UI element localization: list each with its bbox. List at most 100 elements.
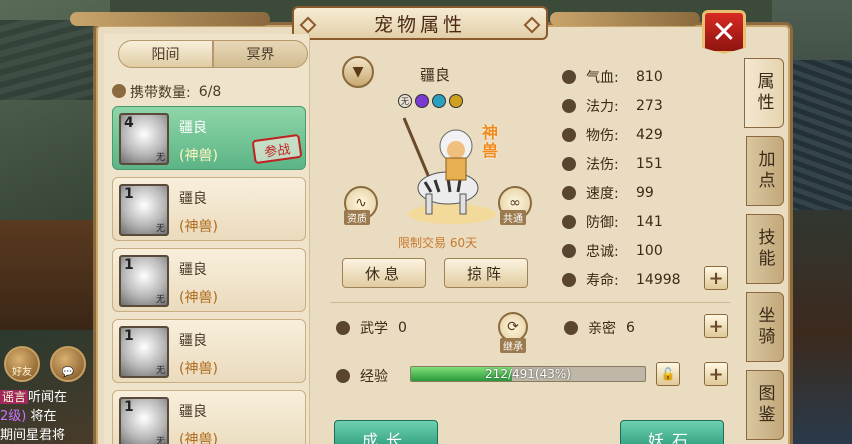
add-intimacy-button[interactable]: + bbox=[704, 314, 728, 338]
pet-name: 疆良 bbox=[179, 404, 207, 420]
window-title: 宠物属性 bbox=[292, 6, 548, 40]
trade-restriction: 限制交易 60天 bbox=[398, 236, 478, 250]
waveform-icon: ∿ bbox=[355, 195, 367, 211]
chat-shortcuts: 好友 💬 bbox=[4, 346, 86, 382]
intimacy-label: 亲密 bbox=[588, 321, 616, 337]
stat-label: 寿命: bbox=[586, 272, 619, 289]
handshake-icon bbox=[562, 243, 576, 258]
pet-name: 疆良 bbox=[179, 262, 207, 278]
assist-battle-button[interactable]: 掠阵 bbox=[444, 258, 528, 288]
add-lifespan-button[interactable]: + bbox=[704, 266, 728, 290]
element-icons: 无 bbox=[398, 94, 463, 108]
chat-line-2: 将在 bbox=[30, 409, 57, 424]
add-experience-button[interactable]: + bbox=[704, 362, 728, 386]
grow-button[interactable]: 成长 bbox=[334, 420, 438, 444]
pet-card-1[interactable]: 4 无 疆良 (神兽) 参战 bbox=[112, 106, 306, 170]
stat-value: 273 bbox=[636, 97, 663, 114]
pet-card-2[interactable]: 1 无 疆良 (神兽) bbox=[112, 177, 306, 241]
chat-line-1: 听闻在 bbox=[28, 390, 68, 405]
pet-level: 1 bbox=[124, 399, 134, 415]
sword-icon bbox=[562, 127, 576, 142]
pet-card-5[interactable]: 1 无 疆良 (神兽) bbox=[112, 390, 306, 444]
plus-icon: + bbox=[708, 363, 724, 385]
intimacy-row: 亲密 6 bbox=[564, 318, 635, 338]
tab-mingjie[interactable]: 冥界 bbox=[213, 40, 308, 68]
carry-value: 6/8 bbox=[198, 84, 222, 100]
stat-loyalty: 忠诚: 100 bbox=[562, 236, 732, 265]
experience-icon bbox=[336, 369, 350, 383]
friend-button[interactable]: 好友 bbox=[4, 346, 40, 382]
tab-attributes[interactable]: 属性 bbox=[744, 58, 784, 128]
intimacy-value: 6 bbox=[626, 320, 635, 336]
chat-bubble-icon[interactable]: 💬 bbox=[50, 346, 86, 382]
pet-select-dropdown[interactable]: ▼ bbox=[342, 56, 374, 88]
stat-value: 100 bbox=[636, 242, 663, 259]
element-none-icon: 无 bbox=[398, 94, 412, 108]
pet-type: (神兽) bbox=[179, 432, 218, 444]
pet-type: (神兽) bbox=[179, 361, 218, 377]
stat-value: 151 bbox=[636, 155, 663, 172]
chevron-down-icon: ▼ bbox=[352, 64, 364, 80]
experience-text: 212/491(43%) bbox=[485, 367, 571, 381]
refresh-icon: ⟳ bbox=[507, 319, 519, 335]
section-divider bbox=[330, 302, 730, 303]
stat-label: 防御: bbox=[586, 214, 619, 231]
stat-label: 速度: bbox=[586, 185, 619, 202]
tab-handbook[interactable]: 图鉴 bbox=[746, 370, 784, 440]
demon-stone-button[interactable]: 妖石 bbox=[620, 420, 724, 444]
pet-element: 无 bbox=[155, 437, 165, 444]
tab-yangjian[interactable]: 阳间 bbox=[118, 40, 213, 68]
pet-name: 疆良 bbox=[179, 120, 207, 136]
pet-name: 疆良 bbox=[179, 333, 207, 349]
hourglass-icon bbox=[562, 272, 576, 287]
shared-label: 共通 bbox=[500, 210, 526, 225]
aptitude-label: 资质 bbox=[344, 210, 370, 225]
stat-value: 14998 bbox=[636, 271, 681, 288]
chat-line-2-level: 2级) bbox=[0, 409, 27, 424]
element-water-icon bbox=[432, 94, 446, 108]
pet-card-4[interactable]: 1 无 疆良 (神兽) bbox=[112, 319, 306, 383]
pet-avatar-white-tiger: 1 无 bbox=[119, 184, 169, 236]
pet-card-3[interactable]: 1 无 疆良 (神兽) bbox=[112, 248, 306, 312]
pet-avatar-white-tiger: 4 无 bbox=[119, 113, 169, 165]
stat-value: 810 bbox=[636, 68, 663, 85]
rest-button[interactable]: 休息 bbox=[342, 258, 426, 288]
pet-avatar-white-tiger: 1 无 bbox=[119, 326, 169, 378]
element-purple-icon bbox=[415, 94, 429, 108]
window-title-text: 宠物属性 bbox=[373, 13, 466, 36]
stat-magic-atk: 法伤: 151 bbox=[562, 149, 732, 178]
in-battle-stamp: 参战 bbox=[251, 133, 303, 165]
pet-level: 1 bbox=[124, 328, 134, 344]
stat-label: 物伤: bbox=[586, 127, 619, 144]
close-button[interactable]: ✕ bbox=[702, 10, 746, 54]
pet-type: (神兽) bbox=[179, 290, 218, 306]
pet-avatar-white-tiger: 1 无 bbox=[119, 255, 169, 307]
pet-avatar-white-tiger: 1 无 bbox=[119, 397, 169, 444]
tab-skills[interactable]: 技能 bbox=[746, 214, 784, 284]
pet-name: 疆良 bbox=[179, 191, 207, 207]
inherit-label: 继承 bbox=[500, 338, 526, 353]
tab-mount[interactable]: 坐骑 bbox=[746, 292, 784, 362]
side-tabs: 属性 加点 技能 坐骑 图鉴 bbox=[744, 58, 786, 444]
plus-icon: + bbox=[708, 267, 724, 289]
mana-drop-icon bbox=[562, 98, 576, 113]
stat-value: 99 bbox=[636, 184, 654, 201]
plus-icon: + bbox=[708, 315, 724, 337]
stat-defense: 防御: 141 bbox=[562, 207, 732, 236]
stat-label: 法伤: bbox=[586, 156, 619, 173]
pet-display: ▼ 疆良 无 神兽 ∿ 资质 ∞ 共通 限制交易 60天 休息 掠阵 bbox=[320, 50, 550, 350]
friend-label: 好友 bbox=[12, 367, 32, 378]
chat-line-3: 期间星君将 bbox=[0, 428, 66, 443]
carry-count: 携带数量: 6/8 bbox=[112, 82, 222, 102]
lock-experience-button[interactable]: 🔓 bbox=[656, 362, 680, 386]
martial-arts-value: 0 bbox=[398, 320, 407, 336]
shield-icon bbox=[562, 214, 576, 229]
lightning-icon bbox=[562, 185, 576, 200]
stat-speed: 速度: 99 bbox=[562, 178, 732, 207]
pet-element: 无 bbox=[155, 295, 165, 305]
paw-icon bbox=[112, 84, 126, 98]
carry-label: 携带数量: bbox=[130, 85, 191, 101]
stat-label: 法力: bbox=[586, 98, 619, 115]
tab-add-points[interactable]: 加点 bbox=[746, 136, 784, 206]
title-ornament-left bbox=[70, 12, 270, 26]
